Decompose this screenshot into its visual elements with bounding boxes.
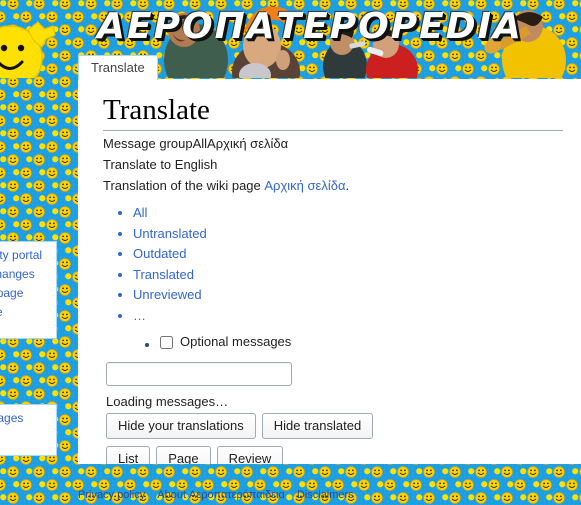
loading-status-text: Loading messages…: [106, 393, 229, 409]
footer-link-disclaimers[interactable]: Disclaimers: [297, 489, 354, 501]
footer-link-privacy-policy[interactable]: Privacy policy: [78, 489, 145, 501]
sidebar-link-special-pages[interactable]: Special pages: [0, 411, 23, 425]
wiki-page-link[interactable]: Αρχική σελίδα: [264, 178, 345, 193]
optional-messages-label: Optional messages: [180, 334, 292, 349]
optional-messages-list: Optional messages: [103, 332, 563, 355]
wiki-page-line: Translation of the wiki page Αρχική σελί…: [103, 176, 563, 195]
filter-item-unreviewed[interactable]: Unreviewed: [133, 285, 563, 306]
optional-messages-row: Optional messages: [160, 332, 291, 352]
hide-your-translations-button[interactable]: Hide your translations: [106, 412, 256, 439]
footer-link-about[interactable]: About Αεροπατερόπαιδεια: [157, 489, 285, 501]
filter-list: All Untranslated Outdated Translated Unr…: [103, 203, 563, 326]
sidebar-item-special-pages[interactable]: Special pages: [0, 409, 52, 428]
filter-item-outdated[interactable]: Outdated: [133, 244, 563, 265]
filter-link-translated[interactable]: Translated: [133, 267, 194, 282]
wiki-page-prefix: Translation of the wiki page: [103, 178, 265, 193]
optional-messages-checkbox[interactable]: [160, 335, 173, 349]
site-footer: Privacy policy About Αεροπατερόπαιδεια Dis…: [78, 488, 581, 502]
view-mode-button-row: List Page Review: [106, 445, 563, 464]
filter-link-untranslated[interactable]: Untranslated: [133, 226, 207, 241]
sidebar-tools-list: Special pages: [0, 409, 56, 428]
filter-item-all[interactable]: All: [133, 203, 563, 224]
visibility-button-row: Hide your translations Hide translated: [106, 412, 563, 439]
translate-to-line: Translate to English: [103, 157, 218, 172]
main-content-area: Translate Message groupAllΑρχική σελίδα …: [78, 79, 581, 464]
wiki-page-suffix: .: [345, 178, 350, 193]
hide-translated-button[interactable]: Hide translated: [261, 412, 374, 439]
banner-smiley-balloon: [0, 21, 56, 78]
filter-item-untranslated[interactable]: Untranslated: [133, 224, 563, 245]
sidebar-link-random-page[interactable]: Random page: [0, 286, 23, 300]
page-view-button[interactable]: Page: [156, 445, 211, 464]
filter-link-all[interactable]: All: [133, 205, 147, 220]
filter-item-translated[interactable]: Translated: [133, 265, 563, 286]
site-logo-text: ΑΕΡΟΠΑΤΕΡΟΡΕDΙΑ: [97, 6, 523, 47]
sidebar-link-help-page[interactable]: Help page: [0, 305, 3, 319]
sidebar-item-help-page[interactable]: Help page: [0, 303, 52, 322]
message-group-line: Message groupAllΑρχική σελίδα: [103, 136, 289, 151]
content-tab-row: Translate: [78, 55, 158, 80]
message-search-input[interactable]: [106, 361, 292, 386]
sidebar-navigation-list: Community portal Recent changes Random p…: [0, 246, 56, 322]
page-title: Translate: [103, 93, 563, 131]
review-view-button[interactable]: Review: [216, 445, 284, 464]
filter-item-more[interactable]: …: [133, 306, 563, 327]
list-view-button[interactable]: List: [106, 445, 151, 464]
filter-link-more[interactable]: …: [133, 308, 147, 323]
sidebar-item-random-page[interactable]: Random page: [0, 284, 52, 303]
filter-link-outdated[interactable]: Outdated: [133, 246, 187, 261]
sidebar-item-community-portal[interactable]: Community portal: [0, 246, 52, 265]
sidebar-item-recent-changes[interactable]: Recent changes: [0, 265, 52, 284]
filter-link-unreviewed[interactable]: Unreviewed: [133, 287, 202, 302]
sidebar-link-recent-changes[interactable]: Recent changes: [0, 267, 35, 281]
sidebar-link-community-portal[interactable]: Community portal: [0, 248, 42, 262]
tab-translate[interactable]: Translate: [78, 55, 158, 80]
optional-messages-item: Optional messages: [160, 332, 563, 355]
sidebar-portlet-navigation: Community portal Recent changes Random p…: [0, 241, 57, 339]
sidebar-portlet-tools: Special pages: [0, 404, 57, 456]
